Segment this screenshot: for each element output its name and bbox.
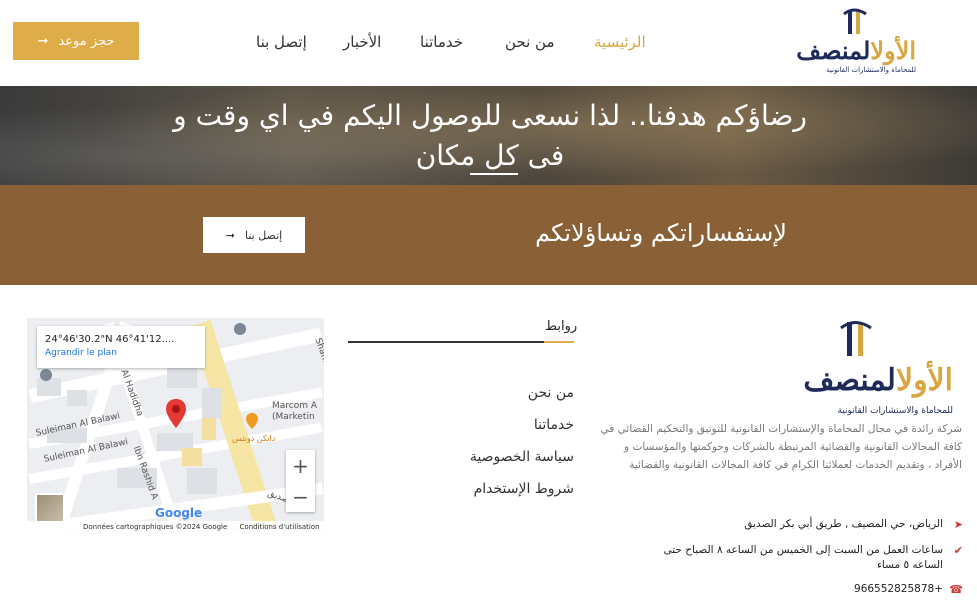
embedded-map[interactable]: Shahin Al Hadidha Suleiman Al Balawi Sul… bbox=[27, 318, 324, 533]
zoom-in-button[interactable]: + bbox=[286, 450, 315, 481]
nav-contact[interactable]: إتصل بنا bbox=[256, 33, 307, 51]
logo-text-gold: الأول bbox=[870, 36, 916, 65]
poi-label: Marcom A bbox=[272, 401, 318, 411]
google-logo: Google bbox=[155, 506, 203, 520]
hero-title-line2: فى كل مكان bbox=[415, 139, 565, 172]
site-logo[interactable]: الأولالمنصف للمحاماة والاستشارات القانون… bbox=[796, 8, 920, 76]
phone-icon: ☎ bbox=[949, 583, 963, 596]
cta-button-label: إتصل بنا bbox=[245, 228, 283, 242]
footer-logo[interactable]: الأولالمنصف للمحاماة والاستشارات القانون… bbox=[795, 318, 955, 423]
address-text: الرياض، حي المصيف , طريق أبي بكر الصديق bbox=[744, 518, 943, 530]
map-pin-icon bbox=[166, 399, 186, 428]
footer-logo-text-gold: الأول bbox=[895, 363, 953, 398]
attribution-text: Données cartographiques ©2024 Google bbox=[83, 523, 228, 531]
nav-news[interactable]: الأخبار bbox=[343, 33, 381, 51]
footer-link-about[interactable]: من نحن bbox=[528, 385, 574, 401]
links-divider bbox=[348, 341, 574, 343]
links-heading: روابط bbox=[545, 319, 578, 334]
phone-text: +966552825878 bbox=[854, 583, 943, 595]
footer-hours: ✔ ساعات العمل من السبت إلى الخميس من الس… bbox=[660, 543, 963, 573]
footer-link-privacy[interactable]: سياسة الخصوصية bbox=[470, 449, 574, 465]
map-zoom-control: + − bbox=[286, 450, 315, 512]
hero-banner: رضاؤكم هدفنا.. لذا نسعى للوصول اليكم في … bbox=[0, 86, 977, 185]
book-button-label: حجز موعد bbox=[58, 33, 115, 49]
hero-title: رضاؤكم هدفنا.. لذا نسعى للوصول اليكم في … bbox=[150, 96, 830, 176]
footer-phone[interactable]: ☎ +966552825878 bbox=[660, 582, 963, 597]
logo-subtitle: للمحاماة والاستشارات القانونية bbox=[826, 66, 916, 74]
nav-services[interactable]: خدماتنا bbox=[420, 33, 463, 51]
terms-link[interactable]: Conditions d'utilisation bbox=[240, 523, 320, 531]
logo-text: الأولالمنصف bbox=[796, 36, 916, 65]
footer-link-terms[interactable]: شروط الإستخدام bbox=[474, 481, 574, 497]
map-info-card: 24°46'30.2"N 46°41'12.... Agrandir le pl… bbox=[37, 326, 205, 368]
nav-home[interactable]: الرئيسية bbox=[594, 33, 646, 51]
map-attribution: Données cartographiques ©2024 Google Con… bbox=[27, 521, 324, 533]
hours-text: ساعات العمل من السبت إلى الخميس من الساع… bbox=[663, 544, 943, 571]
poi-label: (Marketin bbox=[272, 412, 315, 422]
logo-mark-icon bbox=[843, 8, 867, 34]
cta-contact-button[interactable]: إتصل بنا ➞ bbox=[203, 217, 305, 253]
arrow-right-icon: ➞ bbox=[37, 33, 49, 49]
logo-text-dark: المنصف bbox=[796, 36, 871, 65]
footer-link-services[interactable]: خدماتنا bbox=[534, 417, 574, 433]
poi-label-dunkin: دانكن دونتس bbox=[232, 434, 276, 443]
arrow-right-icon: ➞ bbox=[225, 228, 235, 242]
hero-title-line1: رضاؤكم هدفنا.. لذا نسعى للوصول اليكم في … bbox=[173, 99, 807, 132]
footer-logo-subtitle: للمحاماة والاستشارات القانونية bbox=[837, 406, 953, 416]
links-divider-accent bbox=[544, 341, 574, 343]
cta-text: لإستفساراتكم وتساؤلاتكم bbox=[535, 219, 787, 247]
book-appointment-button[interactable]: حجز موعد ➞ bbox=[13, 22, 139, 60]
zoom-out-button[interactable]: − bbox=[286, 481, 315, 512]
map-coordinates: 24°46'30.2"N 46°41'12.... bbox=[45, 334, 175, 345]
map-enlarge-link[interactable]: Agrandir le plan bbox=[45, 348, 197, 358]
footer-logo-text: الأولالمنصف bbox=[803, 363, 953, 398]
satellite-toggle[interactable] bbox=[35, 493, 65, 523]
nav-about[interactable]: من نحن bbox=[505, 33, 555, 51]
location-arrow-icon: ➤ bbox=[953, 518, 963, 531]
poi-building-icon bbox=[40, 369, 52, 381]
footer-address: ➤ الرياض، حي المصيف , طريق أبي بكر الصدي… bbox=[660, 517, 963, 532]
hero-divider bbox=[470, 173, 518, 175]
cta-band: لإستفساراتكم وتساؤلاتكم bbox=[0, 185, 977, 285]
poi-food-icon bbox=[246, 413, 258, 429]
check-icon: ✔ bbox=[953, 544, 963, 557]
logo-mark-icon bbox=[840, 321, 872, 356]
poi-building-icon bbox=[234, 323, 246, 335]
site-header: الأولالمنصف للمحاماة والاستشارات القانون… bbox=[0, 0, 977, 86]
footer-logo-text-dark: المنصف bbox=[803, 363, 896, 398]
footer-about-text: شركة رائدة في مجال المحاماة والإستشارات … bbox=[600, 423, 962, 471]
